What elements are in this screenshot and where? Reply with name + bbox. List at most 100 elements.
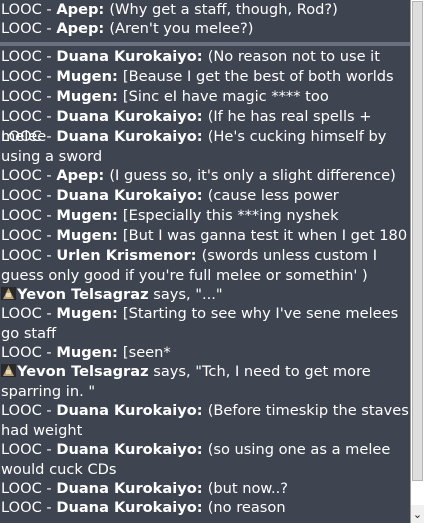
speaker-name: Duana Kurokaiyo — [56, 441, 197, 458]
message-text: [Especially this ***ing nyshek — [122, 207, 339, 224]
message-text: [Beause I get the best of both worlds — [122, 68, 394, 85]
message-text: [But I was ganna test it when I get 180 — [122, 227, 408, 244]
channel-label: LOOC — [1, 48, 42, 65]
character-portrait-icon — [1, 364, 16, 377]
speaker-colon: : — [111, 207, 123, 224]
channel-separator: - — [41, 128, 57, 145]
channel-label: LOOC — [1, 20, 42, 37]
looc-message: LOOC - Mugen: [Beause I get the best of … — [1, 67, 409, 87]
looc-message: LOOC - Mugen: [But I was ganna test it w… — [1, 226, 409, 246]
speaker-colon: : — [98, 20, 110, 37]
say-message: Yevon Telsagraz says, "..." — [1, 285, 409, 305]
looc-message: LOOC - Apep: (I guess so, it's only a sl… — [1, 166, 409, 186]
channel-separator: - — [41, 108, 57, 125]
channel-label: LOOC — [1, 1, 42, 18]
speaker-colon: : — [111, 305, 123, 322]
channel-label: LOOC — [1, 88, 42, 105]
speaker-name: Mugen — [56, 344, 112, 361]
channel-separator: - — [41, 167, 57, 184]
speaker-name: Mugen — [56, 207, 112, 224]
speaker-colon: : — [196, 499, 208, 516]
channel-label: LOOC — [1, 305, 42, 322]
looc-message: LOOC - Duana Kurokaiyo: (but now..? — [1, 479, 409, 499]
speaker-colon: : — [111, 227, 123, 244]
scrollbar-thumb[interactable] — [412, 1, 423, 481]
channel-label: LOOC — [1, 207, 42, 224]
channel-separator: - — [41, 48, 57, 65]
speaker-colon: : — [196, 441, 208, 458]
speaker-name: Urlen Krismenor — [56, 247, 191, 264]
channel-separator: - — [41, 227, 57, 244]
looc-message: LOOC - Mugen: [Sinc eI have magic **** t… — [1, 87, 409, 107]
speaker-name: Yevon Telsagraz — [17, 286, 149, 303]
speaker-colon: : — [196, 128, 208, 145]
looc-message: LOOC - Duana Kurokaiyo: (so using one as… — [1, 440, 409, 479]
message-text: (cause less power — [207, 187, 339, 204]
speaker-colon: : — [196, 402, 208, 419]
speaker-name: Duana Kurokaiyo — [56, 108, 197, 125]
looc-message: LOOC - Duana Kurokaiyo: (Before timeskip… — [1, 401, 409, 440]
looc-message: LOOC - Mugen: [Especially this ***ing ny… — [1, 206, 409, 226]
channel-label: LOOC — [1, 167, 42, 184]
character-portrait-icon — [1, 287, 16, 300]
channel-separator: - — [41, 499, 57, 516]
message-text: (no reason — [207, 499, 286, 516]
looc-message: LOOC - Apep: (Aren't you melee?) — [1, 19, 409, 39]
message-text: says, "..." — [148, 286, 223, 303]
speaker-name: Mugen — [56, 227, 112, 244]
speaker-name: Duana Kurokaiyo — [56, 128, 197, 145]
channel-separator: - — [41, 20, 57, 37]
message-text: (but now..? — [207, 480, 289, 497]
speaker-colon: : — [111, 68, 123, 85]
speaker-name: Mugen — [56, 305, 112, 322]
speaker-name: Apep — [56, 167, 99, 184]
chat-log[interactable]: LOOC - Apep: (Why get a staff, though, R… — [0, 0, 410, 523]
channel-separator: - — [41, 344, 57, 361]
channel-label: LOOC — [1, 480, 42, 497]
channel-separator: - — [41, 480, 57, 497]
channel-separator: - — [41, 305, 57, 322]
channel-label: LOOC — [1, 344, 42, 361]
speaker-colon: : — [196, 108, 208, 125]
message-text: (No reason not to use it — [207, 48, 380, 65]
channel-separator: - — [41, 88, 57, 105]
message-text: [Sinc eI have magic **** too — [122, 88, 329, 105]
channel-separator: - — [41, 68, 57, 85]
speaker-colon: : — [196, 187, 208, 204]
looc-message: LOOC - Mugen: [seen* — [1, 343, 409, 363]
looc-message: LOOC - Duana Kurokaiyo: (cause less powe… — [1, 186, 409, 206]
message-text: (Aren't you melee?) — [109, 20, 254, 37]
channel-label: LOOC — [1, 247, 42, 264]
channel-separator: - — [41, 402, 57, 419]
channel-label: LOOC — [1, 441, 42, 458]
message-text: (Why get a staff, though, Rod?) — [109, 1, 338, 18]
channel-label: LOOC — [1, 128, 42, 145]
chevron-down-icon: ⌄ — [412, 507, 423, 521]
speaker-colon: : — [98, 167, 110, 184]
looc-message: LOOC - Apep: (Why get a staff, though, R… — [1, 0, 409, 20]
looc-message: LOOC - Mugen: [Starting to see why I've … — [1, 304, 409, 343]
channel-separator: - — [41, 247, 57, 264]
speaker-name: Duana Kurokaiyo — [56, 402, 197, 419]
channel-separator: - — [41, 187, 57, 204]
speaker-name: Duana Kurokaiyo — [56, 499, 197, 516]
channel-label: LOOC — [1, 108, 42, 125]
scroll-down-button[interactable]: ⌄ — [411, 505, 424, 523]
looc-message: LOOC - Duana Kurokaiyo: (No reason not t… — [1, 47, 409, 67]
speaker-colon: : — [98, 1, 110, 18]
channel-label: LOOC — [1, 68, 42, 85]
speaker-name: Yevon Telsagraz — [17, 363, 149, 380]
speaker-colon: : — [111, 88, 123, 105]
speaker-name: Mugen — [56, 68, 112, 85]
looc-message: LOOC - Duana Kurokaiyo: (He's cucking hi… — [1, 127, 409, 166]
channel-label: LOOC — [1, 187, 42, 204]
channel-label: LOOC — [1, 227, 42, 244]
speaker-colon: : — [196, 48, 208, 65]
channel-separator: - — [41, 1, 57, 18]
speaker-colon: : — [190, 247, 202, 264]
chat-scrollbar[interactable]: ⌄ — [410, 0, 424, 523]
speaker-name: Apep — [56, 1, 99, 18]
looc-message: LOOC - Urlen Krismenor: (swords unless c… — [1, 246, 409, 285]
speaker-name: Duana Kurokaiyo — [56, 48, 197, 65]
speaker-name: Duana Kurokaiyo — [56, 187, 197, 204]
